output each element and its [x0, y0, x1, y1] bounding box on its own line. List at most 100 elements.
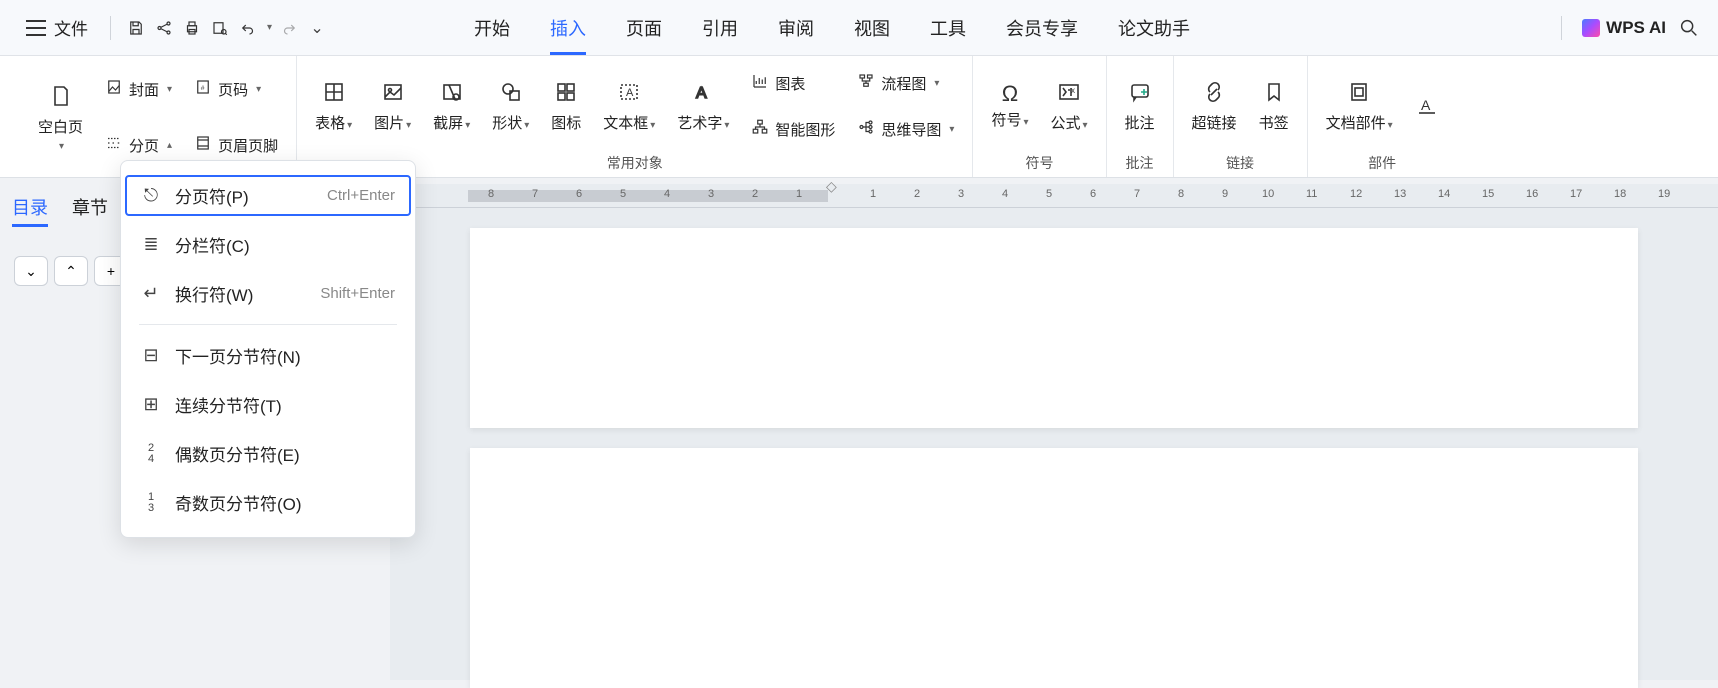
formula-button[interactable]: x 公式▾	[1042, 76, 1095, 137]
undo-icon[interactable]	[237, 17, 259, 39]
svg-text:A: A	[626, 87, 634, 99]
ai-label: WPS AI	[1606, 18, 1666, 38]
page-break-label: 分页	[129, 135, 159, 156]
blank-page-icon	[49, 84, 73, 112]
page-break-dropdown: ⎋ 分页符(P) Ctrl+Enter ≣ 分栏符(C) ↵ 换行符(W) Sh…	[120, 160, 416, 538]
hyperlink-icon	[1202, 80, 1226, 108]
file-menu-button[interactable]: 文件	[18, 11, 96, 44]
flowchart-button[interactable]: 流程图▾	[849, 68, 962, 99]
mindmap-icon	[857, 118, 875, 141]
cover-button[interactable]: 封面▾	[97, 74, 180, 105]
cover-label: 封面	[129, 79, 159, 100]
shape-button[interactable]: 形状▾	[484, 76, 537, 137]
dd-shortcut: Shift+Enter	[320, 285, 395, 302]
tab-review[interactable]: 审阅	[778, 0, 814, 55]
dd-item-line-break[interactable]: ↵ 换行符(W) Shift+Enter	[121, 269, 415, 318]
preview-icon[interactable]	[209, 17, 231, 39]
hyperlink-button[interactable]: 超链接	[1184, 76, 1245, 137]
icon-button[interactable]: 图标	[543, 76, 589, 137]
dd-item-continuous-section[interactable]: ⊞ 连续分节符(T)	[121, 380, 415, 429]
line-break-icon: ↵	[141, 283, 161, 304]
divider	[1561, 16, 1562, 40]
doc-parts-icon	[1347, 80, 1371, 108]
undo-dropdown[interactable]: ▾	[267, 22, 272, 33]
page-break-icon: ⎋	[141, 185, 161, 206]
chart-icon	[751, 72, 769, 95]
table-icon	[322, 80, 346, 108]
hamburger-icon	[26, 20, 46, 36]
group-label-link: 链接	[1184, 151, 1297, 173]
save-icon[interactable]	[125, 17, 147, 39]
word-art-icon: A	[691, 80, 715, 108]
nav-arrows: ⌄ ⌃ +	[14, 256, 128, 286]
word-art-button[interactable]: A 艺术字▾	[669, 76, 737, 137]
smart-art-button[interactable]: 智能图形	[743, 114, 843, 145]
smart-art-icon	[751, 118, 769, 141]
doc-parts-button[interactable]: 文档部件▾	[1318, 76, 1401, 137]
comment-button[interactable]: 批注	[1117, 76, 1163, 137]
blank-page-label: 空白页	[38, 116, 83, 137]
dd-item-next-page-section[interactable]: ⊟ 下一页分节符(N)	[121, 331, 415, 380]
shape-icon	[499, 80, 523, 108]
header-footer-label: 页眉页脚	[218, 135, 278, 156]
text-box-button[interactable]: A 文本框▾	[595, 76, 663, 137]
table-button[interactable]: 表格▾	[307, 76, 360, 137]
ribbon-group-symbol: Ω 符号▾ x 公式▾ 符号	[973, 56, 1106, 177]
page-number-icon: #	[194, 78, 212, 101]
horizontal-ruler[interactable]: ◇ 8 7 6 5 4 3 2 1 1 2 3 4 5 6 7 8 9 10 1…	[390, 184, 1718, 208]
more-icon[interactable]: ⌄	[306, 17, 328, 39]
nav-down-button[interactable]: ⌄	[14, 256, 48, 286]
share-icon[interactable]	[153, 17, 175, 39]
print-icon[interactable]	[181, 17, 203, 39]
left-tab-toc[interactable]: 目录	[12, 194, 48, 227]
section-even-icon: 24	[141, 443, 161, 465]
tab-member[interactable]: 会员专享	[1006, 0, 1078, 55]
svg-text:A: A	[1421, 97, 1431, 113]
blank-page-button[interactable]: 空白页▾	[30, 80, 91, 156]
dd-label: 连续分节符(T)	[175, 392, 282, 417]
dd-item-odd-section[interactable]: 13 奇数页分节符(O)	[121, 478, 415, 527]
search-icon[interactable]	[1678, 17, 1700, 39]
wps-ai-button[interactable]: WPS AI	[1582, 18, 1666, 38]
column-break-icon: ≣	[141, 234, 161, 255]
screenshot-button[interactable]: 截屏▾	[425, 76, 478, 137]
document-page-1[interactable]	[470, 228, 1638, 428]
symbol-button[interactable]: Ω 符号▾	[983, 79, 1036, 134]
svg-text:#: #	[201, 85, 205, 92]
tab-start[interactable]: 开始	[474, 0, 510, 55]
redo-icon[interactable]	[278, 17, 300, 39]
page-break-button[interactable]: 分页▴	[97, 130, 180, 161]
nav-up-button[interactable]: ⌃	[54, 256, 88, 286]
text-a-icon: A	[1415, 93, 1439, 121]
chart-button[interactable]: 图表	[743, 68, 843, 99]
page-break-icon	[105, 134, 123, 157]
document-page-2[interactable]	[470, 448, 1638, 688]
dd-label: 换行符(W)	[175, 281, 253, 306]
dd-label: 下一页分节符(N)	[175, 343, 301, 368]
ribbon-group-parts: 文档部件▾ A 部件	[1308, 56, 1457, 177]
dd-item-page-break[interactable]: ⎋ 分页符(P) Ctrl+Enter	[121, 171, 415, 220]
mindmap-button[interactable]: 思维导图▾	[849, 114, 962, 145]
section-odd-icon: 13	[141, 492, 161, 514]
bookmark-button[interactable]: 书签	[1251, 76, 1297, 137]
picture-button[interactable]: 图片▾	[366, 76, 419, 137]
symbol-icon: Ω	[1002, 83, 1018, 105]
tab-insert[interactable]: 插入	[550, 0, 586, 55]
header-footer-button[interactable]: 页眉页脚	[186, 130, 286, 161]
dd-divider	[139, 324, 397, 325]
workspace: ◇ 8 7 6 5 4 3 2 1 1 2 3 4 5 6 7 8 9 10 1…	[390, 184, 1718, 680]
tab-reference[interactable]: 引用	[702, 0, 738, 55]
more-parts-button[interactable]: A	[1407, 89, 1447, 125]
left-tab-chapter[interactable]: 章节	[72, 194, 108, 227]
tab-thesis[interactable]: 论文助手	[1118, 0, 1190, 55]
tab-tools[interactable]: 工具	[930, 0, 966, 55]
tab-page[interactable]: 页面	[626, 0, 662, 55]
tab-view[interactable]: 视图	[854, 0, 890, 55]
ruler-indent-handle[interactable]: ◇	[826, 178, 837, 195]
dd-label: 分页符(P)	[175, 183, 249, 208]
page-number-label: 页码	[218, 79, 248, 100]
dd-item-even-section[interactable]: 24 偶数页分节符(E)	[121, 429, 415, 478]
page-number-button[interactable]: # 页码▾	[186, 74, 286, 105]
dd-item-column-break[interactable]: ≣ 分栏符(C)	[121, 220, 415, 269]
left-panel-tabs: 目录 章节	[12, 194, 108, 227]
